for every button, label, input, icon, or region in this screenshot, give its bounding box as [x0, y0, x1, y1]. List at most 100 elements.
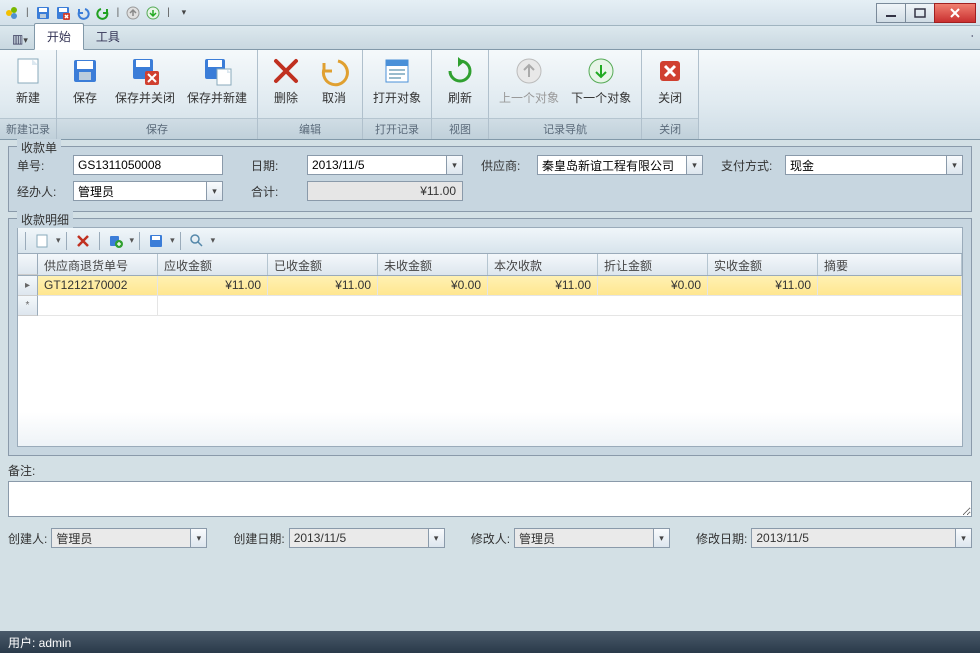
detail-toolbar: ▾ ▾ ▾ ▾: [17, 227, 963, 253]
supplier-dropdown-icon[interactable]: ▾: [687, 155, 703, 175]
delete-button[interactable]: 删除: [262, 52, 310, 116]
group-title-edit: 编辑: [258, 118, 362, 139]
titlebar: | | | ▾: [0, 0, 980, 26]
cell-received[interactable]: ¥11.00: [268, 276, 378, 296]
detail-search-icon[interactable]: [186, 231, 208, 251]
dropdown-icon[interactable]: ▾: [55, 235, 61, 246]
row-header-corner: [18, 254, 38, 275]
cancel-label: 取消: [322, 89, 346, 106]
refresh-label: 刷新: [448, 89, 472, 106]
statusbar-user: admin: [39, 636, 72, 650]
maximize-button[interactable]: [905, 3, 935, 23]
cell-this-receive[interactable]: ¥11.00: [488, 276, 598, 296]
cancel-button[interactable]: 取消: [310, 52, 358, 116]
total-input: [307, 181, 463, 201]
date-input[interactable]: [307, 155, 447, 175]
col-unreceived[interactable]: 未收金额: [378, 254, 488, 275]
undo-icon[interactable]: [75, 5, 91, 21]
col-summary[interactable]: 摘要: [818, 254, 962, 275]
handler-dropdown-icon[interactable]: ▾: [207, 181, 223, 201]
dropdown-icon[interactable]: ▾: [169, 235, 175, 246]
modify-date-dropdown-icon[interactable]: ▾: [956, 528, 972, 548]
create-date-dropdown-icon[interactable]: ▾: [429, 528, 445, 548]
close-obj-button[interactable]: 关闭: [646, 52, 694, 116]
dropdown-icon[interactable]: ▾: [129, 235, 135, 246]
supplier-input[interactable]: [537, 155, 687, 175]
app-icon[interactable]: [4, 5, 20, 21]
creator-dropdown-icon[interactable]: ▾: [191, 528, 207, 548]
order-no-input[interactable]: [73, 155, 223, 175]
detail-clone-icon[interactable]: [105, 231, 127, 251]
save-label: 保存: [73, 89, 97, 106]
order-no-label: 单号:: [17, 157, 69, 174]
redo-icon[interactable]: [95, 5, 111, 21]
ribbon-group-nav: 上一个对象 下一个对象 记录导航: [489, 50, 642, 139]
tab-tools[interactable]: 工具: [84, 24, 132, 49]
close-button[interactable]: [934, 3, 976, 23]
cell-return-no[interactable]: GT1212170002: [38, 276, 158, 296]
ribbon: 新建 新建记录 保存 保存并关闭 保存并新建 保存 删除: [0, 50, 980, 140]
table-new-row[interactable]: *: [18, 296, 962, 316]
grid-body[interactable]: ▸ GT1212170002 ¥11.00 ¥11.00 ¥0.00 ¥11.0…: [18, 276, 962, 446]
save-close-button[interactable]: 保存并关闭: [109, 52, 181, 116]
statusbar: 用户: admin: [0, 631, 980, 653]
prev-obj-icon: [513, 55, 545, 87]
dropdown-icon[interactable]: ▾: [210, 235, 216, 246]
detail-grid: 供应商退货单号 应收金额 已收金额 未收金额 本次收款 折让金额 实收金额 摘要…: [17, 253, 963, 447]
col-actual[interactable]: 实收金额: [708, 254, 818, 275]
cell-discount[interactable]: ¥0.00: [598, 276, 708, 296]
receipt-header-legend: 收款单: [17, 139, 61, 156]
modify-date-label: 修改日期:: [696, 530, 747, 547]
qat-separator: |: [117, 7, 120, 18]
group-title-nav: 记录导航: [489, 118, 641, 139]
group-title-open: 打开记录: [363, 118, 431, 139]
pay-method-input[interactable]: [785, 155, 947, 175]
detail-save-icon[interactable]: [145, 231, 167, 251]
pay-method-dropdown-icon[interactable]: ▾: [947, 155, 963, 175]
new-button[interactable]: 新建: [4, 52, 52, 116]
save-new-button[interactable]: 保存并新建: [181, 52, 253, 116]
qat-customize-icon[interactable]: ▾: [176, 5, 192, 21]
col-this-receive[interactable]: 本次收款: [488, 254, 598, 275]
ribbon-collapse-icon[interactable]: ‧: [971, 30, 975, 43]
date-dropdown-icon[interactable]: ▾: [447, 155, 463, 175]
view-menu-icon[interactable]: ▥▾: [6, 29, 34, 49]
col-received[interactable]: 已收金额: [268, 254, 378, 275]
ribbon-group-close: 关闭 关闭: [642, 50, 699, 139]
cell-summary[interactable]: [818, 276, 962, 296]
receipt-detail-legend: 收款明细: [17, 211, 73, 228]
cancel-icon: [318, 55, 350, 87]
handler-input[interactable]: [73, 181, 207, 201]
save-icon[interactable]: [35, 5, 51, 21]
col-return-no[interactable]: 供应商退货单号: [38, 254, 158, 275]
delete-label: 删除: [274, 89, 298, 106]
save-button[interactable]: 保存: [61, 52, 109, 116]
refresh-icon: [444, 55, 476, 87]
group-title-save: 保存: [57, 118, 257, 139]
cell-unreceived[interactable]: ¥0.00: [378, 276, 488, 296]
row-indicator-icon: ▸: [18, 276, 38, 296]
detail-new-icon[interactable]: [31, 231, 53, 251]
next-obj-button[interactable]: 下一个对象: [565, 52, 637, 116]
tab-start[interactable]: 开始: [34, 23, 84, 50]
create-date-input: [289, 528, 429, 548]
cell-receivable[interactable]: ¥11.00: [158, 276, 268, 296]
save-close-icon[interactable]: [55, 5, 71, 21]
prev-icon[interactable]: [125, 5, 141, 21]
detail-delete-icon[interactable]: [72, 231, 94, 251]
modifier-dropdown-icon[interactable]: ▾: [654, 528, 670, 548]
open-obj-button[interactable]: 打开对象: [367, 52, 427, 116]
ribbon-group-new: 新建 新建记录: [0, 50, 57, 139]
content-area: 收款单 单号: 日期: ▾ 供应商: ▾ 支付方式: ▾ 经办人: ▾ 合计: …: [0, 140, 980, 554]
col-discount[interactable]: 折让金额: [598, 254, 708, 275]
cell-actual[interactable]: ¥11.00: [708, 276, 818, 296]
next-icon[interactable]: [145, 5, 161, 21]
col-receivable[interactable]: 应收金额: [158, 254, 268, 275]
total-label: 合计:: [251, 183, 303, 200]
refresh-button[interactable]: 刷新: [436, 52, 484, 116]
save-new-icon: [201, 55, 233, 87]
pay-method-label: 支付方式:: [721, 157, 781, 174]
table-row[interactable]: ▸ GT1212170002 ¥11.00 ¥11.00 ¥0.00 ¥11.0…: [18, 276, 962, 296]
minimize-button[interactable]: [876, 3, 906, 23]
remarks-input[interactable]: [8, 481, 972, 517]
